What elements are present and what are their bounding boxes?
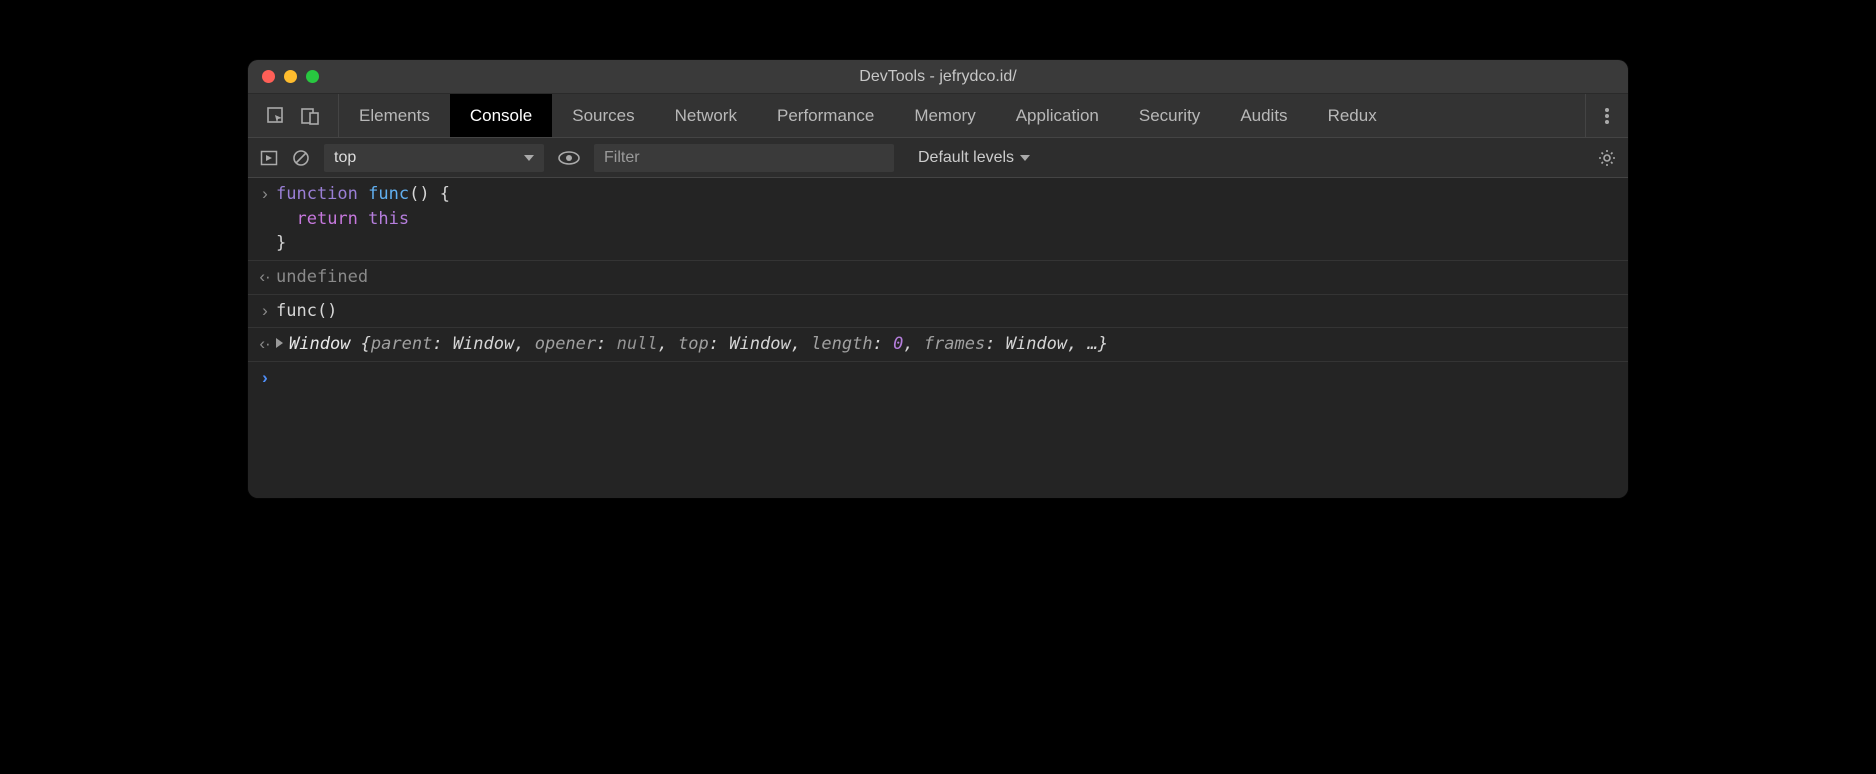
tab-elements[interactable]: Elements (339, 94, 450, 137)
toggle-sidebar-icon[interactable] (260, 149, 278, 167)
filter-input[interactable] (594, 144, 894, 172)
console-row-input[interactable]: › function func() { return this } (248, 178, 1628, 261)
code-call: func() (276, 299, 1618, 324)
tab-performance[interactable]: Performance (757, 94, 894, 137)
panel-tabs: Elements Console Sources Network Perform… (248, 94, 1628, 138)
output-value: undefined (276, 265, 1618, 290)
device-toolbar-icon[interactable] (300, 106, 320, 126)
minimize-window-button[interactable] (284, 70, 297, 83)
expand-icon[interactable] (276, 338, 283, 348)
input-marker-icon: › (254, 182, 276, 207)
input-marker-icon: › (254, 299, 276, 324)
more-options-button[interactable] (1585, 94, 1628, 137)
window-title: DevTools - jefrydco.id/ (248, 68, 1628, 86)
chevron-down-icon (1020, 155, 1030, 161)
tab-redux[interactable]: Redux (1308, 94, 1397, 137)
console-prompt[interactable]: › (248, 362, 1628, 395)
tab-console[interactable]: Console (450, 94, 552, 137)
console-row-input[interactable]: › func() (248, 295, 1628, 329)
code-block: function func() { return this } (276, 182, 1618, 256)
tab-audits[interactable]: Audits (1220, 94, 1307, 137)
context-selector[interactable]: top (324, 144, 544, 172)
context-value: top (334, 149, 356, 167)
inspect-element-icon[interactable] (266, 106, 286, 126)
tab-memory[interactable]: Memory (894, 94, 995, 137)
levels-label: Default levels (918, 149, 1014, 167)
traffic-lights (248, 70, 319, 83)
chevron-down-icon (524, 155, 534, 161)
maximize-window-button[interactable] (306, 70, 319, 83)
console-output: › function func() { return this } ‹· und… (248, 178, 1628, 498)
tab-security[interactable]: Security (1119, 94, 1220, 137)
inspect-controls (248, 94, 339, 137)
output-marker-icon: ‹· (254, 332, 276, 357)
clear-console-icon[interactable] (292, 149, 310, 167)
devtools-window: DevTools - jefrydco.id/ Elements Console… (248, 60, 1628, 498)
console-toolbar: top Default levels (248, 138, 1628, 178)
prompt-marker-icon: › (254, 366, 276, 391)
live-expression-icon[interactable] (558, 151, 580, 165)
settings-icon[interactable] (1598, 149, 1616, 167)
close-window-button[interactable] (262, 70, 275, 83)
titlebar: DevTools - jefrydco.id/ (248, 60, 1628, 94)
object-preview: Window {parent: Window, opener: null, to… (276, 332, 1618, 357)
console-row-output[interactable]: ‹· Window {parent: Window, opener: null,… (248, 328, 1628, 362)
console-row-output: ‹· undefined (248, 261, 1628, 295)
tab-network[interactable]: Network (655, 94, 757, 137)
output-marker-icon: ‹· (254, 265, 276, 290)
log-levels-selector[interactable]: Default levels (908, 149, 1030, 167)
tab-sources[interactable]: Sources (552, 94, 654, 137)
tab-application[interactable]: Application (996, 94, 1119, 137)
